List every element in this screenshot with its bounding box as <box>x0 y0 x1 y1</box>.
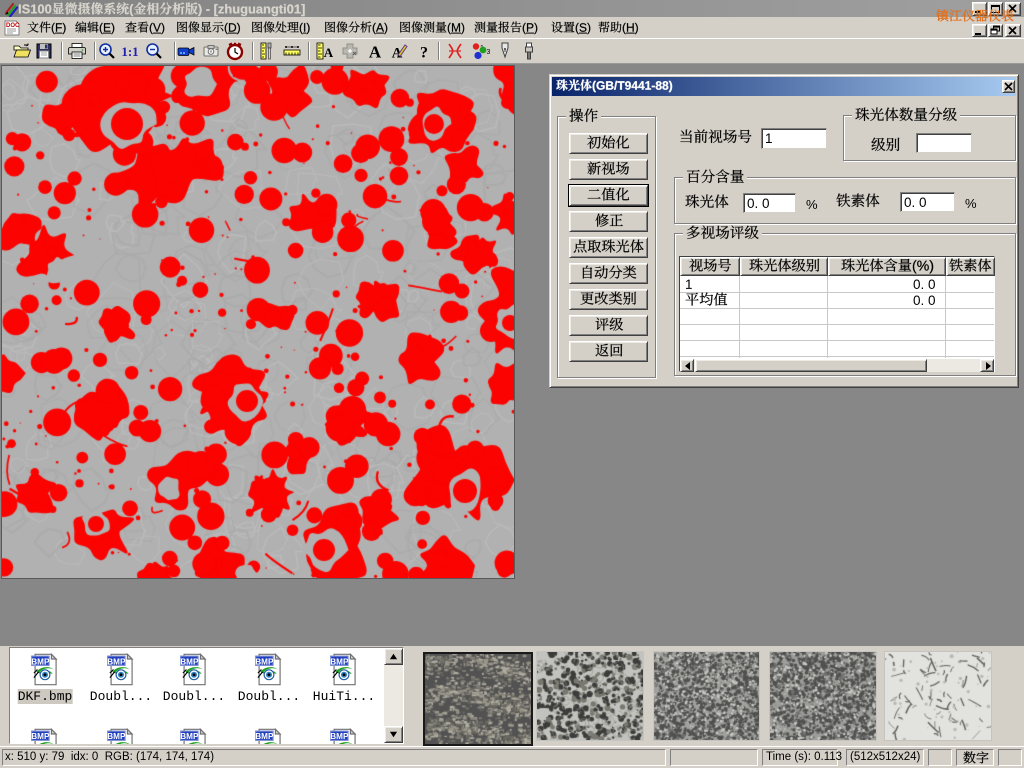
svg-text:BMP: BMP <box>31 657 50 666</box>
svg-text:DOC: DOC <box>6 23 20 29</box>
svg-text:3: 3 <box>487 49 491 56</box>
svg-text:1:1: 1:1 <box>121 44 138 59</box>
svg-text:BMP: BMP <box>330 732 349 741</box>
svg-text:?: ? <box>420 45 428 62</box>
svg-text:A: A <box>369 43 382 62</box>
svg-text:A: A <box>324 45 334 60</box>
svg-text:BMP: BMP <box>31 732 50 741</box>
svg-text:BMP: BMP <box>107 732 126 741</box>
svg-text:BMP: BMP <box>180 657 199 666</box>
svg-text:BMP: BMP <box>107 657 126 666</box>
svg-text:BMP: BMP <box>255 732 274 741</box>
svg-text:BMP: BMP <box>255 657 274 666</box>
svg-text:BMP: BMP <box>180 732 199 741</box>
svg-text:BMP: BMP <box>330 657 349 666</box>
